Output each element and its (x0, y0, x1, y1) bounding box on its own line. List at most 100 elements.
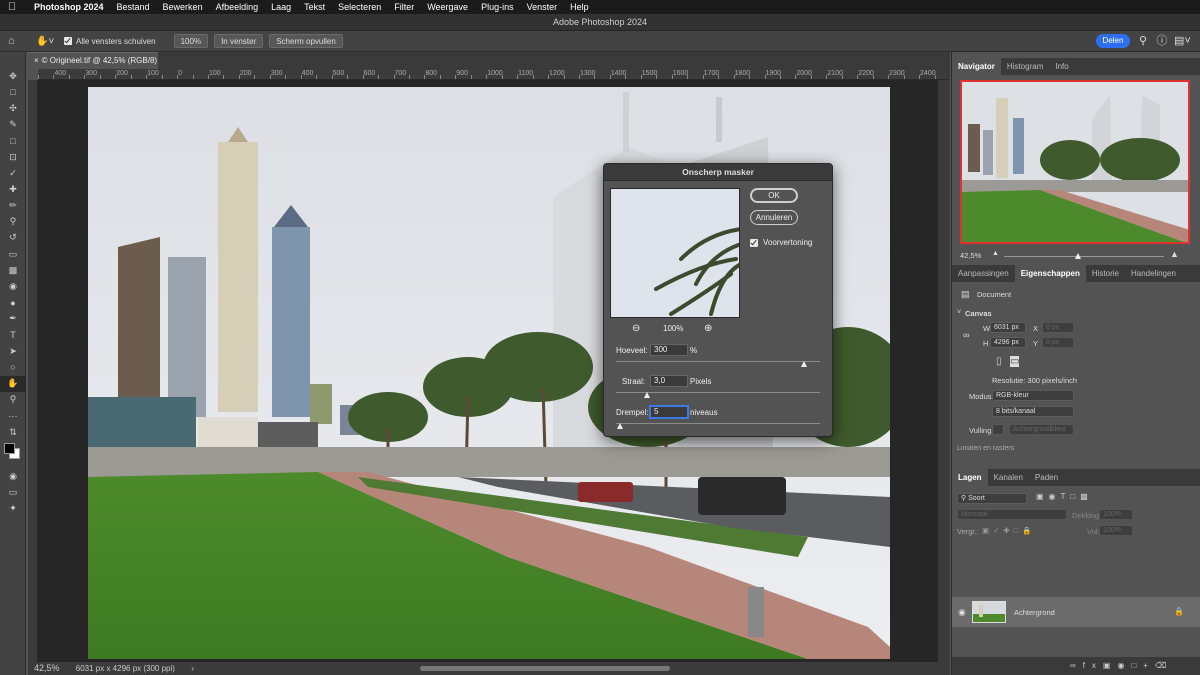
tab-info[interactable]: Info (1049, 58, 1074, 75)
menu-afbeelding[interactable]: Afbeelding (216, 2, 259, 12)
menu-venster[interactable]: Venster (527, 2, 558, 12)
menu-tekst[interactable]: Tekst (304, 2, 325, 12)
gradient-tool-icon[interactable]: ▩ (0, 262, 26, 278)
eye-icon[interactable]: ◉ (958, 607, 966, 618)
y-input[interactable]: 0 px (1042, 337, 1074, 348)
pen-tool-icon[interactable]: ✒ (0, 311, 26, 327)
brush-tool-icon[interactable]: ✏ (0, 198, 26, 214)
cancel-button[interactable]: Annuleren (750, 210, 798, 225)
document-tab[interactable]: × © Origineel.tif @ 42,5% (RGB/8) (28, 52, 158, 69)
zoom-100-button[interactable]: 100% (173, 34, 209, 48)
nav-zoom-out-icon[interactable]: ▲ (992, 250, 999, 257)
tab-adjustments[interactable]: Aanpassingen (952, 265, 1015, 282)
navigator-thumbnail[interactable] (960, 80, 1190, 244)
home-icon[interactable]: ⌂ (8, 35, 28, 47)
type-tool-icon[interactable]: T (0, 327, 26, 343)
link-icon[interactable]: ∞ (963, 330, 969, 340)
scroll-all-checkbox[interactable] (64, 37, 72, 45)
layer-kind-filter[interactable]: ⚲ Soort (957, 493, 1027, 504)
preview-checkbox[interactable] (750, 239, 758, 247)
status-zoom[interactable]: 42,5% (34, 663, 60, 673)
ok-button[interactable]: OK (750, 188, 798, 203)
horizontal-scrollbar[interactable] (420, 666, 670, 671)
radius-input[interactable]: 3,0 (650, 375, 688, 387)
threshold-slider-thumb[interactable] (617, 423, 624, 429)
hand-tool-icon-active[interactable]: ✋ (0, 375, 26, 392)
tab-histogram[interactable]: Histogram (1001, 58, 1049, 75)
bitdepth-select[interactable]: 8 bits/kanaal (992, 406, 1074, 417)
quick-mask-icon[interactable]: ◉ (0, 468, 26, 484)
width-input[interactable]: 6031 px (990, 322, 1026, 333)
dodge-tool-icon[interactable]: ● (0, 295, 26, 311)
workspace-icon[interactable]: ▤˅ (1174, 34, 1191, 48)
marquee-tool-icon[interactable]: □ (0, 84, 26, 100)
fill-swatch[interactable] (992, 424, 1004, 435)
fill-select[interactable]: Achtergrondkleur (1009, 424, 1074, 435)
menu-weergave[interactable]: Weergave (427, 2, 468, 12)
tab-close-icon[interactable]: × (34, 56, 39, 65)
tab-navigator[interactable]: Navigator (952, 58, 1001, 75)
generative-icon[interactable]: ✦ (0, 501, 26, 517)
zoom-out-icon[interactable]: ⊖ (632, 323, 640, 334)
threshold-input[interactable]: 5 (650, 406, 688, 418)
apple-icon[interactable]:  (8, 1, 22, 13)
nav-zoom-value[interactable]: 42,5% (960, 251, 981, 260)
navigator-view-box[interactable] (960, 80, 1190, 244)
amount-slider-thumb[interactable] (800, 361, 807, 367)
amount-slider-track[interactable] (616, 361, 820, 362)
menu-help[interactable]: Help (570, 2, 589, 12)
help-icon[interactable]: ⓘ (1155, 34, 1169, 48)
layer-row[interactable]: ◉ Achtergrond 🔒 (952, 597, 1200, 627)
frame-tool-icon[interactable]: ⊡ (0, 149, 26, 165)
tab-layers[interactable]: Lagen (952, 469, 988, 486)
height-input[interactable]: 4296 px (990, 337, 1026, 348)
fill-screen-button[interactable]: Scherm opvullen (269, 34, 343, 48)
layer-filter-icons[interactable]: ▣◉T□▩ (1036, 492, 1093, 501)
move-tool-icon[interactable]: ✥ (0, 68, 26, 84)
zoom-tool-icon[interactable]: ⚲ (0, 392, 26, 408)
menu-plugins[interactable]: Plug-ins (481, 2, 514, 12)
more-tools-icon[interactable]: ⋯ (0, 408, 26, 424)
opacity-input[interactable]: 100% (1099, 509, 1133, 520)
quick-select-tool-icon[interactable]: ✎ (0, 117, 26, 133)
menu-filter[interactable]: Filter (394, 2, 414, 12)
tab-history[interactable]: Historie (1086, 265, 1125, 282)
search-icon[interactable]: ⚲ (1136, 34, 1150, 48)
menu-laag[interactable]: Laag (271, 2, 291, 12)
tab-channels[interactable]: Kanalen (988, 469, 1029, 486)
stamp-tool-icon[interactable]: ⚲ (0, 214, 26, 230)
color-swatches[interactable] (0, 440, 26, 468)
menu-app[interactable]: Photoshop 2024 (34, 2, 104, 12)
status-doc-info[interactable]: 6031 px x 4296 px (300 ppi) (76, 664, 175, 673)
threshold-slider-track[interactable] (616, 423, 820, 424)
nav-zoom-in-icon[interactable]: ▲ (1170, 249, 1179, 259)
canvas-chevron-icon[interactable]: ˅ (957, 309, 961, 316)
layer-name[interactable]: Achtergrond (1014, 608, 1055, 617)
mode-select[interactable]: RGB-kleur (992, 390, 1074, 401)
guides-section-label[interactable]: Linialen en rasters (957, 445, 1014, 450)
amount-input[interactable]: 300 (650, 344, 688, 356)
status-arrow-icon[interactable]: › (191, 664, 194, 673)
blend-mode-select[interactable]: Normaal (957, 509, 1067, 520)
blur-tool-icon[interactable]: ◉ (0, 278, 26, 294)
lasso-tool-icon[interactable]: ✣ (0, 100, 26, 116)
hand-tool-icon[interactable]: ✋˅ (36, 36, 60, 47)
vertical-scrollbar[interactable] (938, 80, 950, 662)
shape-tool-icon[interactable]: ○ (0, 359, 26, 375)
x-input[interactable]: 0 px (1042, 322, 1074, 333)
menu-bestand[interactable]: Bestand (117, 2, 150, 12)
tab-actions[interactable]: Handelingen (1125, 265, 1182, 282)
swap-colors-icon[interactable]: ⇅ (0, 424, 26, 440)
tab-properties[interactable]: Eigenschappen (1014, 265, 1086, 282)
history-brush-tool-icon[interactable]: ↺ (0, 230, 26, 246)
path-select-tool-icon[interactable]: ➤ (0, 343, 26, 359)
eraser-tool-icon[interactable]: ▭ (0, 246, 26, 262)
lock-icons[interactable]: ▣✓✚□🔒 (982, 526, 1036, 535)
menu-bewerken[interactable]: Bewerken (163, 2, 203, 12)
healing-tool-icon[interactable]: ✚ (0, 181, 26, 197)
screen-mode-icon[interactable]: ▭ (0, 485, 26, 501)
fit-screen-button[interactable]: In venster (214, 34, 264, 48)
tab-paths[interactable]: Paden (1029, 469, 1064, 486)
fill-opacity-input[interactable]: 100% (1099, 525, 1133, 536)
layer-action-icons[interactable]: ∞fx▣◉□+⌫ (1070, 661, 1173, 670)
